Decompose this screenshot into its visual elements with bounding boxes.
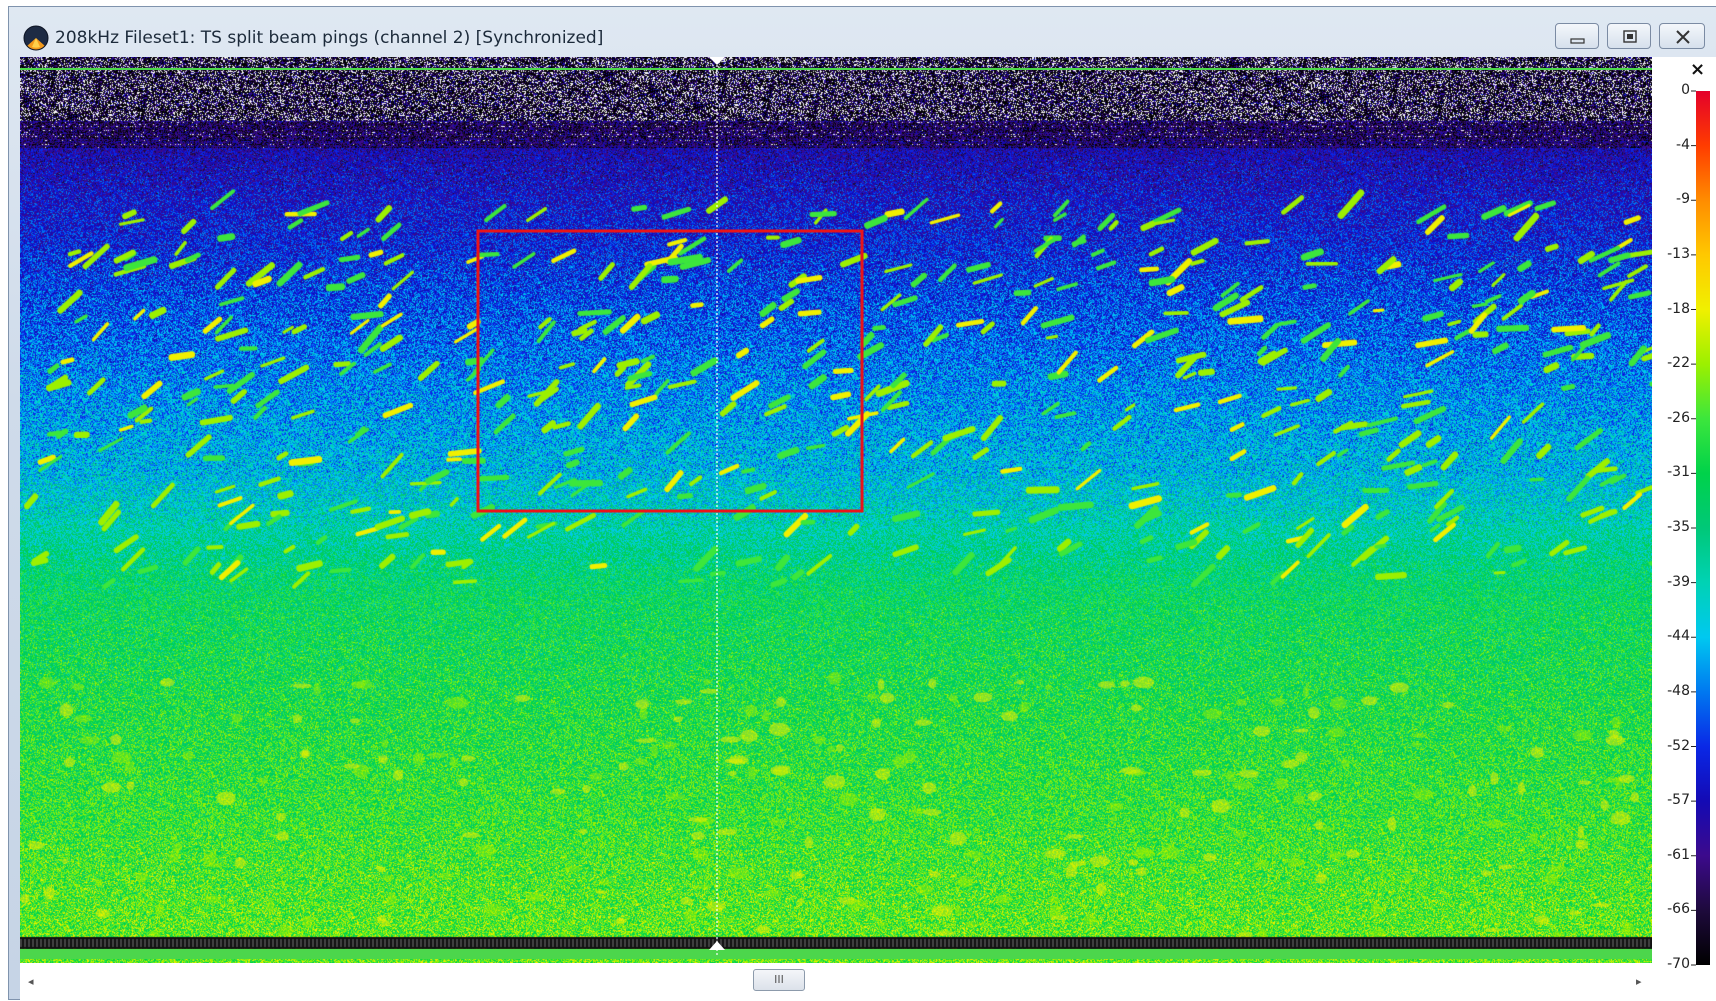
color-scale-tick-label: -70 xyxy=(1667,956,1690,972)
color-scale-gradient xyxy=(1696,91,1710,965)
minimize-icon xyxy=(1570,38,1585,44)
color-scale-tick-label: -31 xyxy=(1667,464,1690,481)
color-scale-tick-label: -57 xyxy=(1667,792,1690,809)
color-scale-tick-label: -61 xyxy=(1667,846,1690,863)
color-scale-panel: × 0 -4 -9 -13 -18 -22 -26 -31 -35 -39 -44 -48 -52 -57… xyxy=(1652,57,1716,1001)
color-scale-tick-label: -48 xyxy=(1667,682,1690,699)
scroll-left-arrow-icon[interactable]: ◂ xyxy=(28,975,34,988)
color-scale-tick-label: 0 xyxy=(1681,82,1690,98)
color-scale-tick-label: -9 xyxy=(1676,191,1690,208)
color-scale-tick-label: -52 xyxy=(1667,737,1690,754)
close-icon xyxy=(1676,30,1690,44)
echoview-app-icon xyxy=(23,25,49,51)
color-scale-tick-label: -35 xyxy=(1667,519,1690,535)
echogram-view[interactable] xyxy=(20,57,1652,963)
color-scale-tick-label: -39 xyxy=(1667,573,1690,590)
highlight-box xyxy=(476,229,864,513)
restore-icon xyxy=(1623,30,1637,43)
cursor-top-marker[interactable] xyxy=(709,57,725,65)
scroll-thumb[interactable]: III xyxy=(753,969,805,991)
color-scale-tick-label: -4 xyxy=(1676,136,1690,153)
color-scale-tick-label: -13 xyxy=(1667,245,1690,262)
color-scale-tick-label: -26 xyxy=(1667,409,1690,426)
color-scale-tick-label: -22 xyxy=(1667,355,1690,372)
scroll-right-arrow-icon[interactable]: ▸ xyxy=(1636,975,1642,988)
horizontal-scrollbar[interactable]: ◂ III ▸ xyxy=(20,963,1652,1001)
restore-button[interactable] xyxy=(1607,23,1651,49)
cursor-bottom-marker[interactable] xyxy=(709,941,725,950)
color-scale-tick-label: -66 xyxy=(1667,901,1690,918)
window-title: 208kHz Fileset1: TS split beam pings (ch… xyxy=(55,28,604,48)
title-bar[interactable]: 208kHz Fileset1: TS split beam pings (ch… xyxy=(9,7,1716,57)
echogram-overlay xyxy=(20,57,1652,959)
color-scale-tick-label: -44 xyxy=(1667,628,1690,645)
color-scale-tick-label: -18 xyxy=(1667,300,1690,317)
echogram-window: 208kHz Fileset1: TS split beam pings (ch… xyxy=(8,6,1716,1001)
minimize-button[interactable] xyxy=(1555,23,1599,49)
bottom-line xyxy=(20,949,1652,959)
close-button[interactable] xyxy=(1659,23,1705,49)
